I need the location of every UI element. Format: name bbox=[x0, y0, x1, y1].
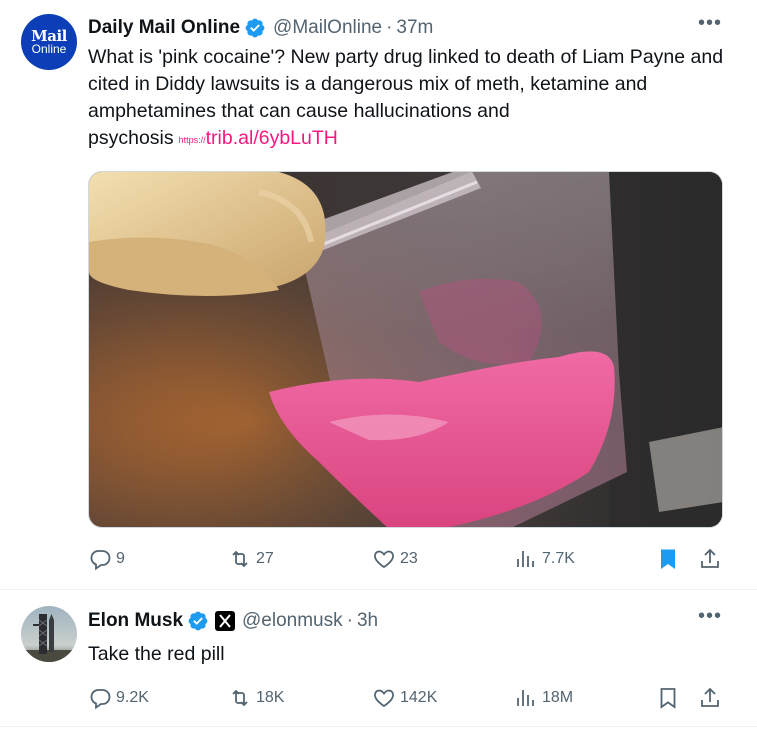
separator-dot: · bbox=[346, 610, 353, 631]
repost-icon bbox=[232, 550, 248, 568]
tweet-text: What is 'pink cocaine'? New party drug l… bbox=[88, 44, 728, 154]
timestamp[interactable]: 3h bbox=[357, 610, 378, 632]
link-prefix[interactable]: https:// bbox=[179, 135, 206, 145]
tweet-daily-mail[interactable]: Mail Online Daily Mail Online @MailOnlin… bbox=[0, 0, 757, 590]
tweet-media-image[interactable] bbox=[88, 171, 723, 528]
author-name[interactable]: Daily Mail Online bbox=[88, 17, 240, 39]
views-count: 18M bbox=[542, 689, 574, 706]
reply-icon bbox=[90, 550, 111, 571]
views-count: 7.7K bbox=[542, 550, 575, 567]
share-icon bbox=[701, 687, 719, 707]
tweet-actions: 9 27 23 7.7K bbox=[88, 544, 728, 574]
repost-count: 18K bbox=[256, 689, 285, 706]
repost-count: 27 bbox=[256, 550, 274, 567]
avatar[interactable]: Mail Online bbox=[21, 14, 77, 70]
like-button[interactable]: 142K bbox=[372, 683, 437, 713]
author-handle[interactable]: @elonmusk bbox=[242, 610, 343, 632]
avatar[interactable] bbox=[21, 606, 77, 662]
verified-badge-icon bbox=[188, 611, 208, 631]
repost-icon bbox=[232, 689, 248, 707]
bookmark-button[interactable] bbox=[656, 544, 680, 574]
heart-icon bbox=[374, 550, 394, 569]
x-affiliate-badge-icon bbox=[215, 611, 236, 631]
share-icon bbox=[701, 548, 719, 568]
separator-dot: · bbox=[386, 17, 393, 38]
rocket-tower-avatar-icon bbox=[21, 606, 77, 662]
reply-button[interactable]: 9.2K bbox=[88, 683, 149, 713]
reply-button[interactable]: 9 bbox=[88, 544, 125, 574]
more-options-icon[interactable]: ••• bbox=[698, 13, 722, 38]
views-chart-icon bbox=[517, 690, 534, 706]
views-chart-icon bbox=[517, 551, 534, 567]
tweet-actions: 9.2K 18K 142K 18M bbox=[88, 683, 728, 713]
tweet-link[interactable]: trib.al/6ybLuTH bbox=[206, 127, 338, 149]
like-button[interactable]: 23 bbox=[372, 544, 418, 574]
repost-button[interactable]: 27 bbox=[228, 544, 274, 574]
reply-icon bbox=[90, 689, 111, 710]
tweet-header: Elon Musk @elonmusk · 3h bbox=[88, 608, 378, 634]
avatar-logo-bottom: Online bbox=[31, 41, 67, 56]
like-count: 142K bbox=[400, 689, 438, 706]
reply-count: 9.2K bbox=[116, 689, 149, 706]
views-button[interactable]: 18M bbox=[514, 683, 573, 713]
share-button[interactable] bbox=[698, 683, 722, 713]
like-count: 23 bbox=[400, 550, 418, 567]
tweet-body: What is 'pink cocaine'? New party drug l… bbox=[88, 46, 724, 149]
bookmark-filled-icon bbox=[661, 549, 675, 569]
author-handle[interactable]: @MailOnline bbox=[273, 17, 382, 39]
author-name[interactable]: Elon Musk bbox=[88, 610, 183, 632]
bookmark-button[interactable] bbox=[656, 683, 680, 713]
avatar-logo-top: Mail bbox=[31, 26, 67, 45]
more-options-icon[interactable]: ••• bbox=[698, 606, 722, 631]
share-button[interactable] bbox=[698, 544, 722, 574]
timestamp[interactable]: 37m bbox=[396, 17, 433, 39]
photo-pink-powder-bag-icon bbox=[89, 172, 722, 527]
views-button[interactable]: 7.7K bbox=[514, 544, 575, 574]
tweet-header: Daily Mail Online @MailOnline · 37m bbox=[88, 15, 433, 41]
heart-icon bbox=[374, 689, 394, 708]
repost-button[interactable]: 18K bbox=[228, 683, 284, 713]
tweet-elon-musk[interactable]: Elon Musk @elonmusk · 3h ••• Take the re… bbox=[0, 591, 757, 727]
tweet-body: Take the red pill bbox=[88, 643, 225, 665]
bookmark-icon bbox=[660, 688, 676, 709]
verified-badge-icon bbox=[245, 18, 265, 38]
reply-count: 9 bbox=[116, 550, 125, 567]
tweet-text: Take the red pill bbox=[88, 641, 728, 668]
